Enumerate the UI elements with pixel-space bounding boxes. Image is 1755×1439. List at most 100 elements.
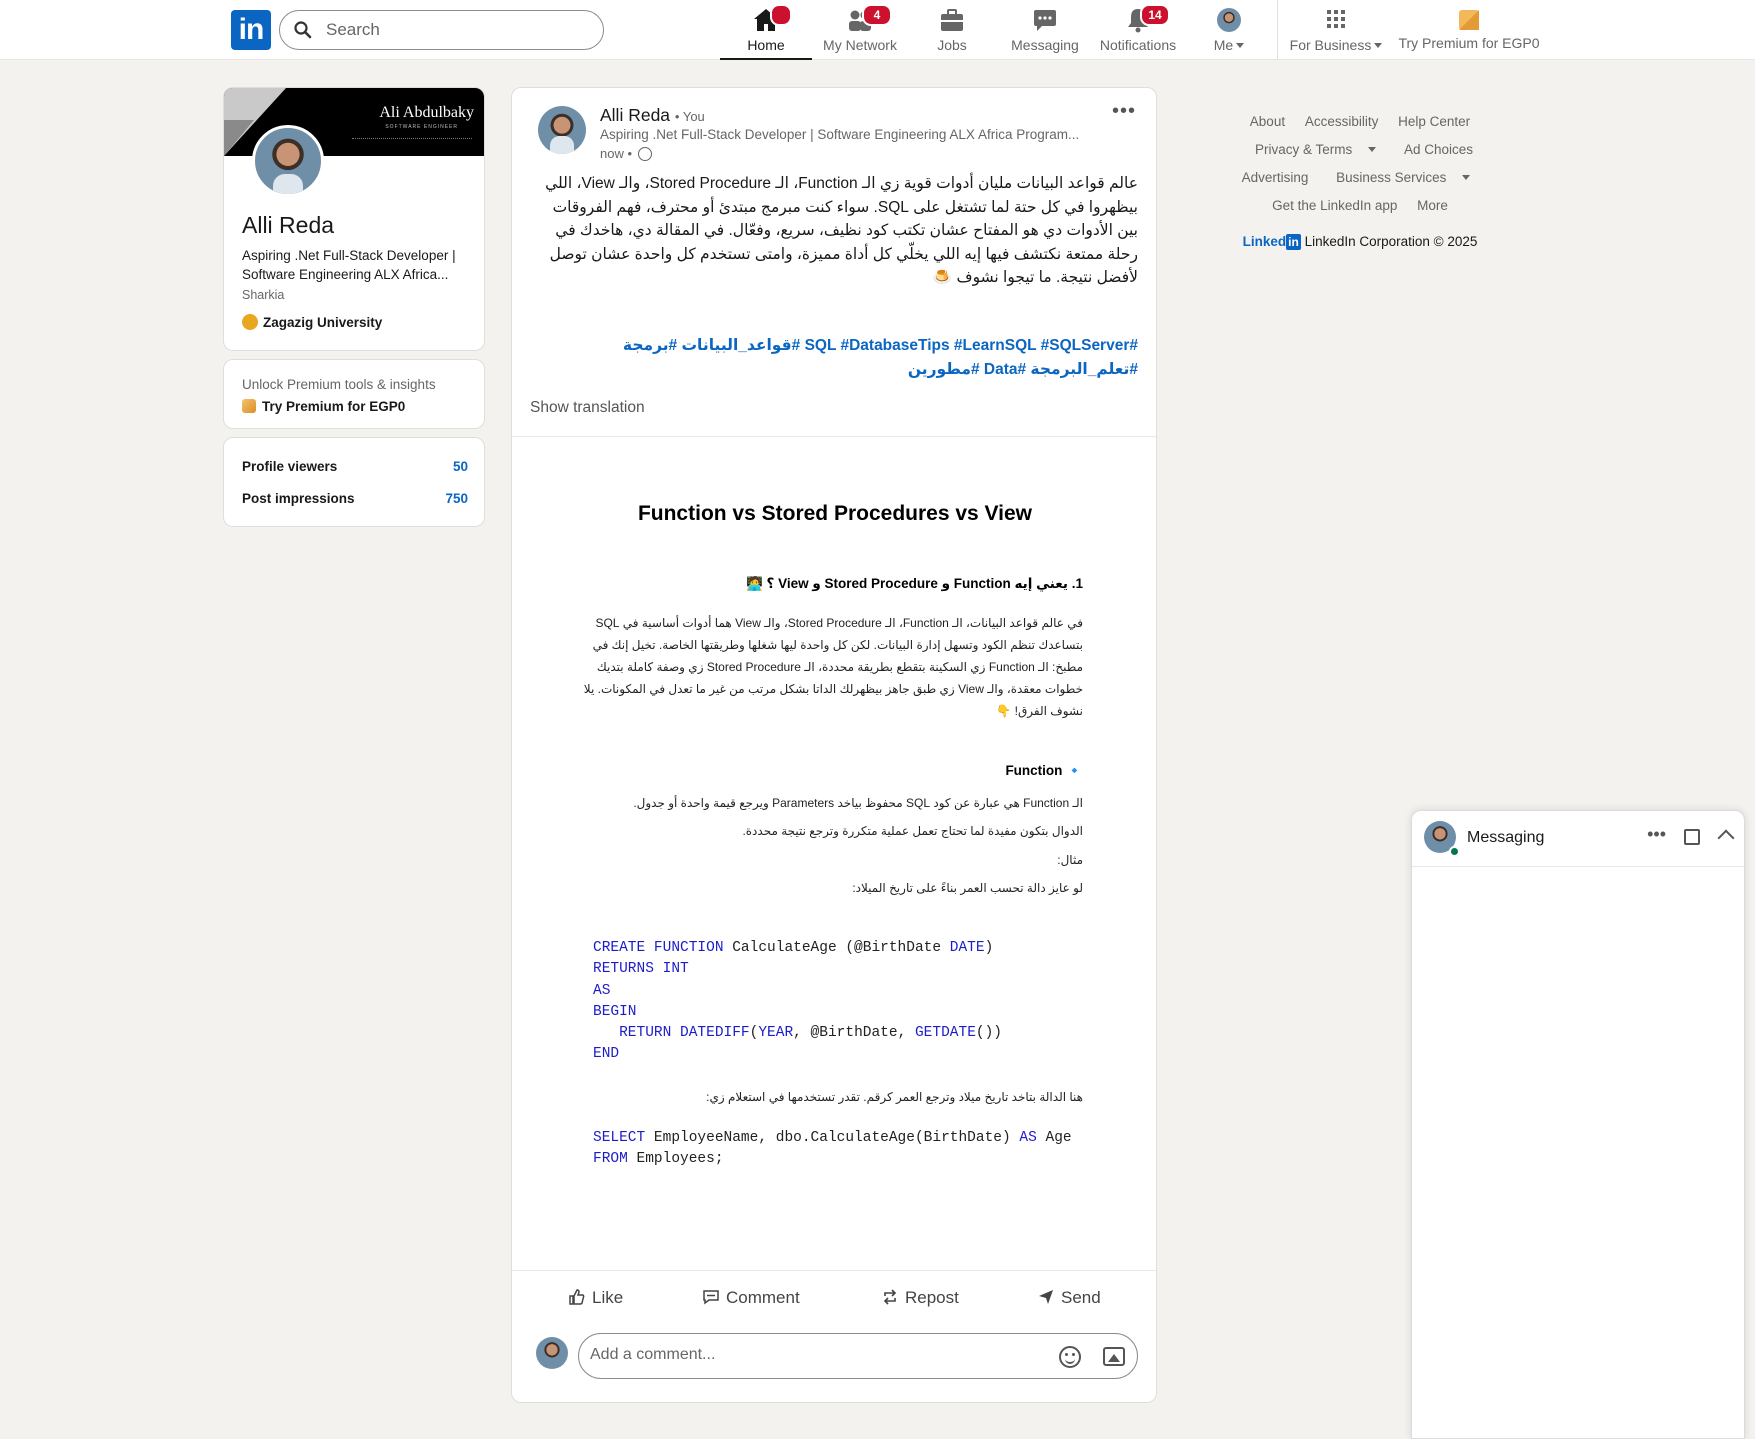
nav-notifications[interactable]: 14 Notifications [1094, 0, 1182, 60]
doc-line-3: مثال: [1057, 853, 1083, 867]
footer-privacy-terms[interactable]: Privacy & Terms [1247, 142, 1384, 157]
doc-section-function: 🔹 Function [1005, 763, 1083, 778]
footer-about[interactable]: About [1250, 114, 1285, 129]
nav-my-network[interactable]: 4 My Network [812, 0, 908, 60]
search-icon [294, 21, 312, 44]
nav-for-business[interactable]: For Business [1284, 0, 1388, 60]
profile-card[interactable]: Ali Abdulbaky SOFTWARE ENGINEER Alli Red… [223, 87, 485, 351]
more-options-icon[interactable]: ••• [1112, 100, 1136, 123]
comment-icon [702, 1288, 720, 1306]
show-translation-link[interactable]: Show translation [530, 399, 645, 417]
comment-avatar [536, 1337, 568, 1369]
profile-location: Sharkia [242, 288, 285, 302]
linkedin-logo[interactable]: in [231, 10, 271, 50]
nav-notifications-label: Notifications [1099, 37, 1177, 53]
linkedin-wordmark: Linked in [1242, 234, 1301, 250]
nav-try-premium-label: Try Premium for EGP0 [1398, 35, 1540, 51]
stat-post-impressions[interactable]: Post impressions 750 [242, 491, 468, 506]
footer-more[interactable]: More [1417, 198, 1448, 213]
post-time: now • [600, 146, 652, 161]
premium-icon [1454, 6, 1484, 34]
banner-subtitle: SOFTWARE ENGINEER [385, 124, 458, 130]
post-author-headline: Aspiring .Net Full-Stack Developer | Sof… [600, 127, 1080, 142]
stats-card: Profile viewers 50 Post impressions 750 [223, 437, 485, 527]
premium-link[interactable]: Try Premium for EGP0 [242, 399, 405, 414]
chevron-down-icon [1462, 175, 1471, 180]
messaging-header[interactable]: Messaging ••• [1412, 811, 1744, 867]
nav-me[interactable]: Me [1194, 0, 1264, 60]
doc-line-5: هنا الدالة بتاخد تاريخ ميلاد وترجع العمر… [706, 1090, 1083, 1104]
chevron-down-icon [1368, 147, 1377, 152]
globe-icon [637, 147, 652, 161]
comment-box[interactable] [578, 1333, 1138, 1379]
footer-links: About Accessibility Help Center Privacy … [1210, 108, 1510, 250]
repost-button[interactable]: Repost [881, 1288, 959, 1308]
messaging-title: Messaging [1467, 829, 1545, 846]
chevron-down-icon [1374, 43, 1383, 48]
divider [512, 436, 1156, 437]
footer-help-center[interactable]: Help Center [1398, 114, 1470, 129]
stat-profile-viewers[interactable]: Profile viewers 50 [242, 459, 468, 474]
premium-card[interactable]: Unlock Premium tools & insights Try Prem… [223, 359, 485, 429]
chevron-down-icon [1236, 43, 1245, 48]
nav-home[interactable]: Home [720, 0, 812, 60]
send-icon [1037, 1288, 1055, 1306]
home-badge-dot [770, 4, 792, 26]
copyright: Linked in LinkedIn Corporation © 2025 [1242, 234, 1478, 250]
chevron-up-icon[interactable] [1717, 829, 1735, 847]
code-block-create-function: CREATE FUNCTION CalculateAge (@BirthDate… [593, 940, 1003, 1063]
comment-input[interactable] [590, 1346, 1010, 1364]
like-button[interactable]: Like [568, 1288, 623, 1308]
doc-title: Function vs Stored Procedures vs View [637, 502, 1033, 525]
network-badge: 4 [862, 4, 892, 26]
image-icon[interactable] [1103, 1347, 1125, 1366]
doc-line-2: الدوال بتكون مفيدة لما تحتاج تعمل عملية … [742, 824, 1083, 838]
nav-me-label: Me [1194, 37, 1264, 53]
send-button[interactable]: Send [1037, 1288, 1101, 1308]
thumbs-up-icon [568, 1288, 586, 1306]
compose-icon[interactable] [1684, 829, 1700, 845]
profile-education[interactable]: Zagazig University [242, 314, 382, 330]
code-block-select: SELECT EmployeeName, dbo.CalculateAge(Bi… [593, 1130, 1072, 1168]
search-bar[interactable] [279, 10, 604, 50]
nav-jobs-label: Jobs [937, 37, 967, 53]
repost-icon [881, 1288, 899, 1306]
nav-messaging[interactable]: Messaging [996, 0, 1094, 60]
notifications-badge: 14 [1140, 4, 1170, 26]
profile-headline: Aspiring .Net Full-Stack Developer | Sof… [242, 248, 456, 282]
comment-button[interactable]: Comment [702, 1288, 800, 1308]
nav-messaging-label: Messaging [1011, 37, 1079, 53]
chat-icon [1030, 6, 1060, 34]
feed-post: Alli Reda • You Aspiring .Net Full-Stack… [511, 87, 1157, 1403]
post-body: عالم قواعد البيانات مليان أدوات قوية زي … [545, 175, 1138, 286]
university-icon [242, 314, 258, 330]
search-input[interactable] [326, 19, 586, 41]
premium-icon [242, 399, 256, 413]
nav-home-label: Home [747, 37, 785, 53]
messaging-panel[interactable]: Messaging ••• [1411, 810, 1745, 1439]
profile-avatar[interactable] [252, 125, 324, 197]
post-hashtags[interactable]: #SQL #DatabaseTips #LearnSQL #SQLServer … [530, 334, 1138, 381]
footer-accessibility[interactable]: Accessibility [1305, 114, 1379, 129]
doc-paragraph-1: في عالم قواعد البيانات، الـ Function، ال… [583, 616, 1083, 718]
emoji-icon[interactable] [1059, 1346, 1081, 1368]
footer-get-app[interactable]: Get the LinkedIn app [1272, 198, 1397, 213]
online-status-dot [1449, 846, 1460, 857]
post-author-avatar[interactable] [538, 106, 586, 154]
me-avatar [1217, 8, 1241, 32]
doc-section-1: 1. يعني إيه Function و Stored Procedure … [745, 576, 1083, 591]
nav-try-premium[interactable]: Try Premium for EGP0 [1396, 0, 1542, 60]
briefcase-icon [937, 6, 967, 34]
post-actions: Like Comment Repost Send [512, 1270, 1156, 1330]
post-document-image[interactable]: Function vs Stored Procedures vs View 1.… [512, 438, 1156, 1270]
post-author[interactable]: Alli Reda • You [600, 105, 705, 126]
more-options-icon[interactable]: ••• [1647, 824, 1666, 845]
doc-line-1: الـ Function هي عبارة عن كود SQL محفوظ ب… [633, 796, 1083, 810]
nav-jobs[interactable]: Jobs [908, 0, 996, 60]
footer-advertising[interactable]: Advertising [1242, 170, 1309, 185]
footer-ad-choices[interactable]: Ad Choices [1404, 142, 1473, 157]
profile-name[interactable]: Alli Reda [242, 212, 334, 239]
footer-business-services[interactable]: Business Services [1328, 170, 1478, 185]
nav-my-network-label: My Network [823, 37, 897, 53]
banner-name: Ali Abdulbaky [379, 104, 474, 121]
